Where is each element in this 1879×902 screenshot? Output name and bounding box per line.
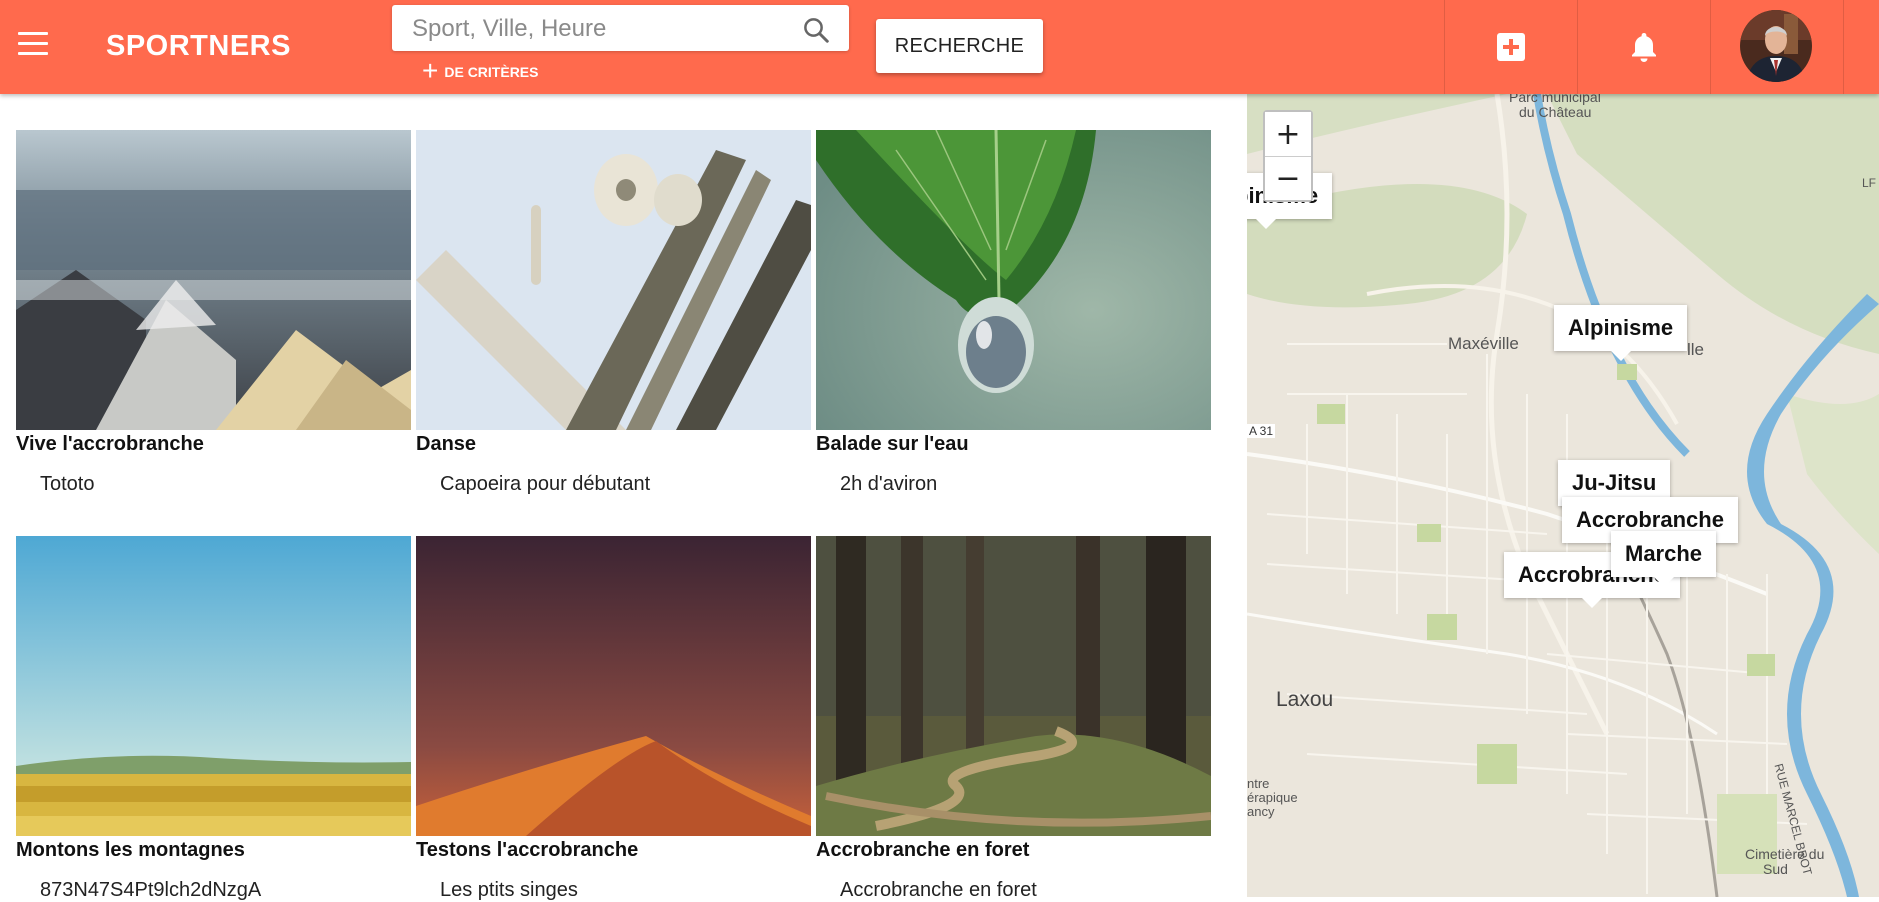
bell-icon[interactable] (1622, 25, 1666, 69)
activity-card[interactable]: Accrobranche en foret Accrobranche en fo… (816, 536, 1211, 901)
app-bar: SPORTNERS + DE CRITÈRES RECHERCHE (0, 0, 1879, 94)
map-place-label: Maxéville (1448, 334, 1519, 353)
search-input[interactable] (410, 14, 794, 44)
activity-title: Vive l'accrobranche (16, 433, 204, 455)
map-road-label: A 31 (1247, 424, 1276, 438)
add-box-icon[interactable] (1489, 25, 1533, 69)
map-place-label: ancy (1247, 804, 1275, 819)
activity-card[interactable]: Vive l'accrobranche Tototo (16, 130, 411, 495)
search-box (392, 5, 849, 51)
activity-image (16, 536, 411, 836)
map-place-label: Laxou (1276, 688, 1334, 711)
activity-title: Accrobranche en foret (816, 839, 1030, 861)
map[interactable]: Parc municipal du Château Maxéville lle … (1247, 94, 1879, 897)
more-criteria-button[interactable]: + DE CRITÈRES (422, 55, 539, 86)
activity-subtitle: Capoeira pour débutant (440, 473, 651, 495)
zoom-out-button[interactable]: − (1265, 156, 1311, 200)
map-place-label: érapique (1247, 790, 1298, 805)
map-zoom-control: + − (1263, 110, 1313, 202)
activity-image (416, 536, 811, 836)
map-place-label: lle (1687, 340, 1705, 359)
activity-card[interactable]: Testons l'accrobranche Les ptits singes (416, 536, 811, 901)
activity-subtitle: Tototo (40, 473, 95, 495)
activity-card[interactable]: Balade sur l'eau 2h d'aviron (816, 130, 1211, 495)
zoom-in-button[interactable]: + (1265, 112, 1311, 156)
activity-image (816, 130, 1211, 430)
map-place-label: du Château (1519, 104, 1592, 120)
map-marker[interactable]: Marche (1611, 531, 1717, 587)
activity-card[interactable]: Danse Capoeira pour débutant (416, 130, 811, 495)
search-icon[interactable] (801, 15, 831, 45)
divider (1444, 0, 1445, 94)
app-title[interactable]: SPORTNERS (106, 30, 291, 63)
activity-subtitle: 2h d'aviron (840, 473, 938, 495)
activity-subtitle: 873N47S4Pt9lch2dNzgA (40, 879, 262, 901)
activity-subtitle: Accrobranche en foret (840, 879, 1037, 901)
activity-image (16, 130, 411, 430)
activity-title: Testons l'accrobranche (416, 839, 639, 861)
activity-image (816, 536, 1211, 836)
divider (1577, 0, 1578, 94)
map-place-label: ntre (1247, 776, 1270, 791)
more-criteria-label: DE CRITÈRES (444, 64, 539, 80)
divider (1710, 0, 1711, 94)
map-place-label: Cimetière du (1745, 846, 1825, 862)
activity-title: Danse (416, 433, 477, 455)
activity-title: Balade sur l'eau (816, 433, 969, 455)
map-marker[interactable]: Alpinisme (1554, 305, 1688, 361)
user-avatar[interactable] (1740, 10, 1812, 82)
map-place-label: LF (1862, 176, 1877, 190)
activity-card[interactable]: Montons les montagnes 873N47S4Pt9lch2dNz… (16, 536, 411, 901)
search-button[interactable]: RECHERCHE (876, 19, 1043, 73)
activity-title: Montons les montagnes (16, 839, 245, 861)
menu-icon[interactable] (18, 32, 48, 56)
map-place-label: Sud (1763, 861, 1788, 877)
activity-subtitle: Les ptits singes (440, 879, 578, 901)
plus-icon: + (422, 55, 439, 86)
divider (1843, 0, 1844, 94)
activity-image (416, 130, 811, 430)
